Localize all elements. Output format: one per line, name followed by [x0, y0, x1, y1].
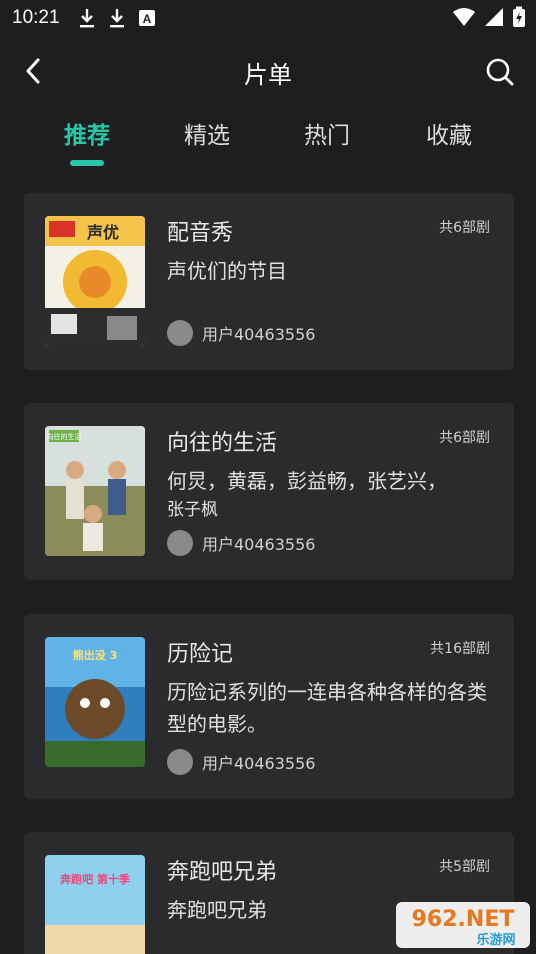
battery-charging-icon — [512, 6, 526, 28]
poster-text: 声优 — [86, 223, 119, 242]
status-notifications: A — [78, 7, 156, 29]
playlist-title: 历险记 — [167, 642, 234, 667]
tab-featured[interactable]: 精选 — [157, 116, 257, 150]
app-header: 片单 — [0, 44, 536, 100]
avatar — [167, 530, 193, 556]
poster-text: 向往的生活 — [47, 432, 82, 441]
author-name: 用户40463556 — [202, 535, 316, 554]
watermark-sub: 乐游网 — [476, 932, 515, 948]
back-button[interactable] — [18, 56, 48, 86]
playlist-card[interactable]: 熊出没 3 历险记 共16部剧 历险记系列的一连串各种各样的各类型的电影。 用户… — [24, 614, 514, 799]
download-icon — [78, 7, 96, 29]
playlist-count: 共16部剧 — [430, 641, 490, 657]
search-button[interactable] — [484, 56, 516, 88]
active-tab-indicator — [70, 160, 104, 166]
page-title: 片单 — [244, 60, 292, 89]
playlist-title: 奔跑吧兄弟 — [167, 860, 278, 885]
status-time: 10:21 — [12, 7, 60, 28]
playlist-poster: 熊出没 3 — [45, 637, 145, 767]
author-name: 用户40463556 — [202, 325, 316, 344]
chevron-left-icon — [26, 58, 40, 84]
wifi-icon — [452, 7, 476, 27]
poster-text: 熊出没 3 — [73, 648, 117, 662]
signal-icon — [484, 7, 504, 27]
avatar — [167, 320, 193, 346]
playlist-card[interactable]: 向往的生活 向往的生活 共6部剧 何炅，黄磊，彭益畅，张艺兴， 张子枫 用户40… — [24, 403, 514, 580]
category-tabs: 推荐 精选 热门 收藏 — [0, 116, 536, 172]
author-name: 用户40463556 — [202, 754, 316, 773]
status-system-icons — [452, 6, 526, 28]
poster-text: 奔跑吧 第十季 — [59, 872, 131, 886]
playlist-poster: 奔跑吧 第十季 — [45, 855, 145, 954]
playlist-author[interactable]: 用户40463556 — [167, 749, 315, 775]
watermark-brand: 962.NET — [412, 907, 515, 932]
playlist-author[interactable]: 用户40463556 — [167, 320, 315, 346]
site-watermark-logo: 962.NET 乐游网 — [396, 900, 530, 950]
tab-hot[interactable]: 热门 — [277, 116, 377, 150]
avatar — [167, 749, 193, 775]
playlist-author[interactable]: 用户40463556 — [167, 530, 315, 556]
keyboard-a-letter: A — [142, 12, 151, 26]
playlist-poster: 向往的生活 — [45, 426, 145, 556]
playlist-description: 何炅，黄磊，彭益畅，张艺兴， 张子枫 — [167, 465, 497, 523]
playlist-title: 向往的生活 — [167, 431, 278, 456]
playlist-count: 共5部剧 — [439, 859, 490, 875]
tab-recommended[interactable]: 推荐 — [37, 116, 137, 150]
download-icon — [108, 7, 126, 29]
tab-favorites[interactable]: 收藏 — [399, 116, 499, 150]
playlist-count: 共6部剧 — [439, 220, 490, 236]
keyboard-a-icon: A — [138, 9, 156, 27]
playlist-poster: 声优 — [45, 216, 145, 346]
playlist-title: 配音秀 — [167, 221, 234, 246]
playlist-description: 声优们的节目 — [167, 259, 287, 283]
status-bar: 10:21 A — [0, 0, 536, 36]
playlist-description-line: 何炅，黄磊，彭益畅，张艺兴， — [167, 469, 447, 493]
playlist-description-tail: 张子枫 — [167, 500, 218, 520]
search-icon — [486, 58, 514, 86]
playlist-card[interactable]: 声优 配音秀 共6部剧 声优们的节目 用户40463556 — [24, 193, 514, 370]
playlist-count: 共6部剧 — [439, 430, 490, 446]
playlist-description: 历险记系列的一连串各种各样的各类型的电影。 — [167, 680, 487, 736]
